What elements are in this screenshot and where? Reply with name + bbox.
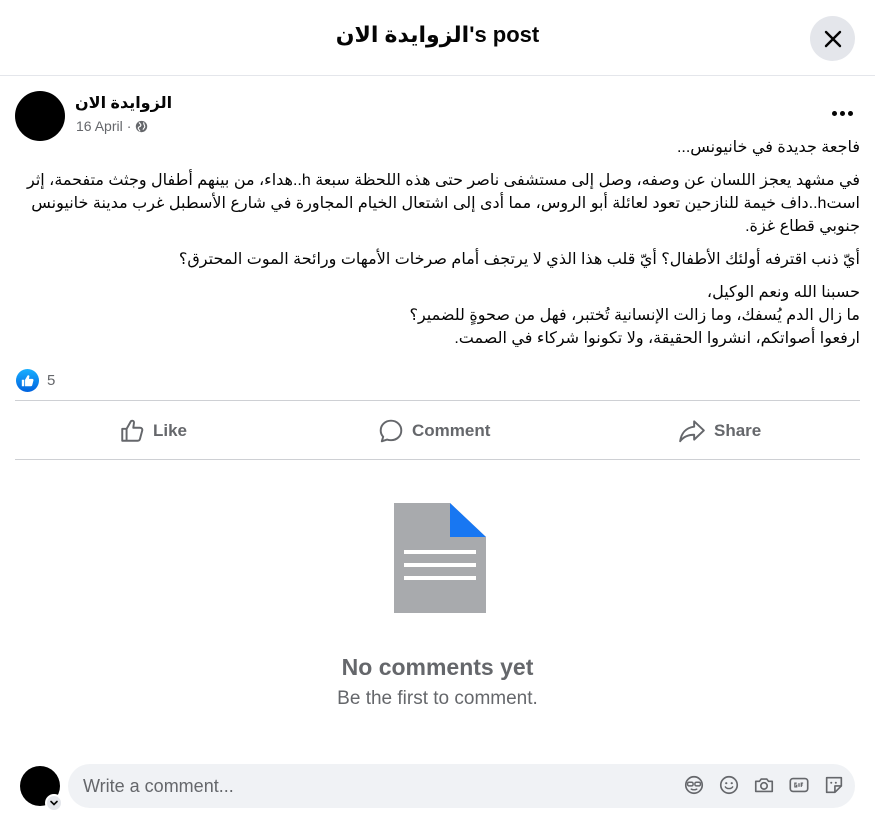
like-icon [121, 419, 144, 442]
globe-icon [136, 120, 148, 132]
like-label: Like [153, 421, 188, 440]
page-name[interactable]: الزوايدة الان [75, 93, 172, 113]
post-paragraph: أيّ ذنب اقترفه أولئك الأطفال؟ أيّ قلب هذ… [178, 251, 860, 268]
more-options-button[interactable] [824, 100, 860, 126]
comment-button[interactable]: Comment [378, 409, 490, 453]
empty-comments-title: No comments yet [341, 654, 534, 680]
like-reaction-icon [16, 369, 39, 392]
empty-comments-subtitle: Be the first to comment. [337, 688, 538, 709]
gif-icon [789, 777, 809, 793]
share-icon [679, 420, 705, 443]
camera-button[interactable] [753, 774, 775, 796]
composer-tools [683, 774, 845, 796]
comment-label: Comment [412, 421, 491, 440]
avatar-sticker-button[interactable] [683, 774, 705, 796]
post-meta: 16 April · [76, 118, 148, 134]
document-icon [394, 503, 486, 613]
account-switch-button[interactable] [45, 794, 63, 812]
close-button[interactable] [810, 16, 855, 61]
emoji-button[interactable] [718, 774, 740, 796]
post-paragraph: في مشهد يعجز اللسان عن وصفه، وصل إلى مست… [26, 172, 860, 235]
dialog-header: الزوايدة الان's post [0, 0, 875, 76]
chevron-down-icon [50, 800, 58, 806]
gif-button[interactable] [788, 774, 810, 796]
post-paragraph: حسبنا الله ونعم الوكيل، ما زال الدم يُسف… [409, 284, 860, 347]
emoji-icon [719, 775, 739, 795]
close-icon [824, 30, 841, 47]
post-text: فاجعة جديدة في خانيونس... في مشهد يعجز ا… [25, 136, 860, 360]
sticker-icon [825, 776, 843, 794]
dialog-title: الزوايدة الان's post [335, 22, 540, 47]
camera-icon [754, 778, 774, 793]
post-actions: Like Comment Share [15, 400, 860, 460]
like-button[interactable]: Like [119, 409, 187, 453]
post-header: الزوايدة الان 16 April · [15, 90, 860, 142]
sticker-button[interactable] [823, 774, 845, 796]
share-label: Share [714, 421, 762, 440]
reaction-summary[interactable]: 5 [16, 369, 55, 392]
comment-icon [379, 419, 403, 443]
share-button[interactable]: Share [678, 409, 761, 453]
post-paragraph: فاجعة جديدة في خانيونس... [676, 139, 860, 156]
avatar-sticker-icon [684, 775, 704, 795]
page-avatar[interactable] [15, 91, 65, 141]
more-icon [831, 110, 853, 116]
post-date[interactable]: 16 April [76, 118, 123, 134]
reaction-count: 5 [47, 372, 56, 389]
comment-composer [20, 764, 860, 812]
